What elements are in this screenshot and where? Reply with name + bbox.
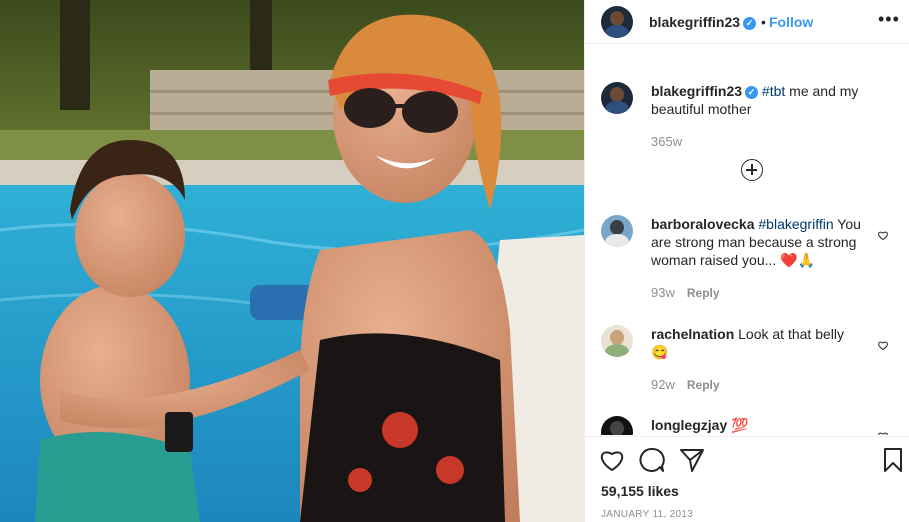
comment-like-heart-icon[interactable]: [877, 339, 889, 351]
comment-meta: 93w Reply: [651, 285, 720, 300]
comments-list[interactable]: blakegriffin23 ✓ #tbt me and my beautiful…: [585, 45, 909, 435]
post-header: blakegriffin23 ✓ • Follow •••: [585, 0, 909, 44]
post-side-panel: blakegriffin23 ✓ • Follow ••• blakegriffi…: [584, 0, 909, 522]
comment-like-heart-icon[interactable]: [877, 430, 889, 435]
commenter-avatar[interactable]: [601, 325, 633, 357]
comment-hashtag[interactable]: #blakegriffin: [758, 216, 833, 232]
caption-avatar[interactable]: [601, 82, 633, 114]
commenter-avatar[interactable]: [601, 416, 633, 435]
post-date[interactable]: JANUARY 11, 2013: [601, 509, 693, 520]
commenter-username[interactable]: rachelnation: [651, 326, 734, 342]
comment-emoji: 💯: [731, 417, 749, 433]
reply-button[interactable]: Reply: [687, 378, 720, 392]
verified-badge-icon: ✓: [743, 17, 757, 30]
comment-emoji: 😋: [651, 344, 669, 360]
comment-text: longlegzjay 💯: [651, 416, 865, 434]
separator-dot: •: [761, 14, 766, 30]
follow-button[interactable]: Follow: [769, 14, 813, 30]
photo-image: [0, 0, 584, 522]
caption-time[interactable]: 365w: [651, 134, 682, 149]
commenter-username[interactable]: longlegzjay: [651, 417, 727, 433]
load-more-comments-icon[interactable]: [741, 159, 763, 181]
more-options-icon[interactable]: •••: [878, 10, 900, 28]
comment-emoji: ❤️🙏: [780, 252, 816, 268]
caption-hashtag[interactable]: #tbt: [762, 83, 785, 99]
comment-text: rachelnation Look at that belly 😋: [651, 325, 865, 361]
heart-icon[interactable]: [599, 447, 625, 473]
author-avatar[interactable]: [601, 6, 633, 38]
action-bar: 59,155 likes JANUARY 11, 2013: [585, 436, 909, 522]
comment-like-heart-icon[interactable]: [877, 229, 889, 241]
reply-button[interactable]: Reply: [687, 286, 720, 300]
author-username[interactable]: blakegriffin23 ✓: [649, 14, 757, 30]
bookmark-icon[interactable]: [880, 447, 906, 473]
likes-count[interactable]: 59,155 likes: [601, 483, 679, 499]
verified-badge-icon: ✓: [745, 86, 759, 99]
comment-time[interactable]: 93w: [651, 285, 675, 300]
commenter-username[interactable]: barboralovecka: [651, 216, 755, 232]
comment-body: Look at that belly: [738, 326, 844, 342]
comment-time[interactable]: 92w: [651, 377, 675, 392]
comment-icon[interactable]: [639, 447, 665, 473]
caption-username[interactable]: blakegriffin23: [651, 83, 742, 99]
comment-text: barboralovecka #blakegriffin You are str…: [651, 215, 865, 269]
paper-plane-icon[interactable]: [679, 447, 705, 473]
caption-text: blakegriffin23 ✓ #tbt me and my beautiful…: [651, 82, 865, 118]
commenter-avatar[interactable]: [601, 215, 633, 247]
comment-meta: 92w Reply: [651, 377, 720, 392]
post-photo[interactable]: [0, 0, 584, 522]
